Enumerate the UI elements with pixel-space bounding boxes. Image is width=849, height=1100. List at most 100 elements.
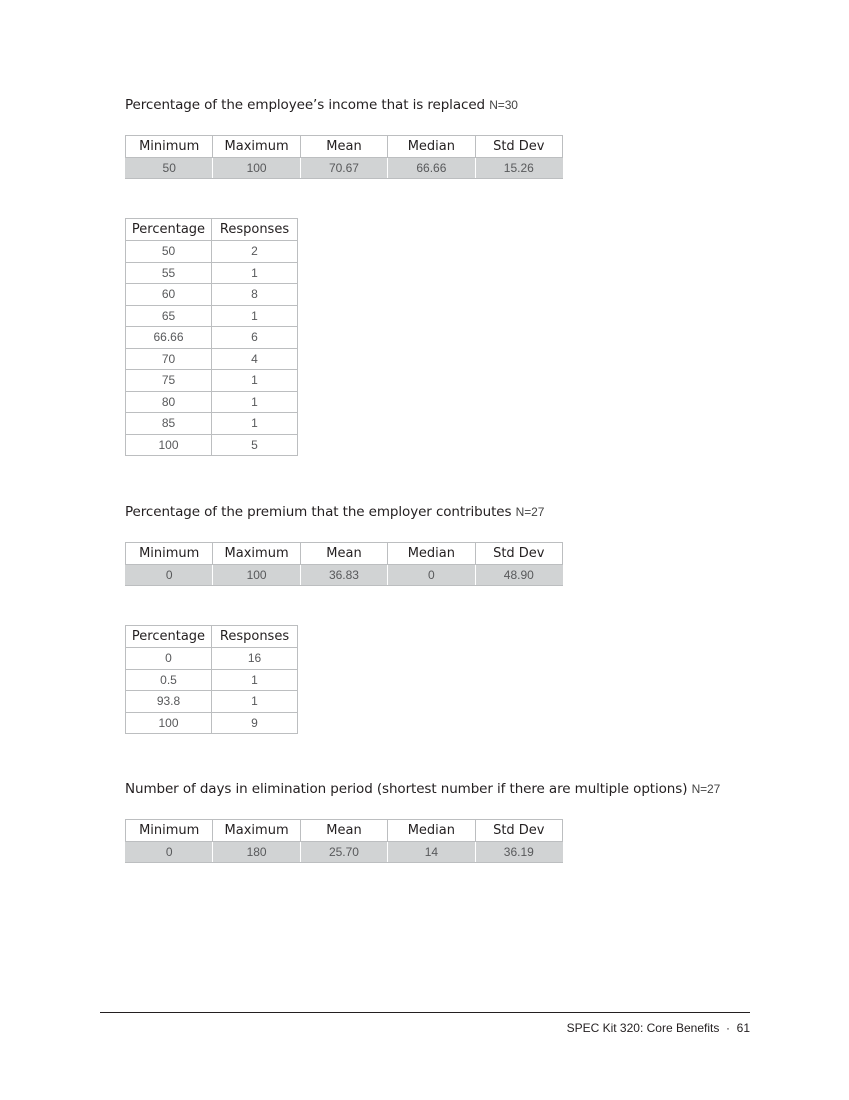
sample-size: N=27 (515, 505, 545, 519)
table-row: 65 1 (125, 304, 298, 327)
header-responses: Responses (211, 218, 298, 241)
responses-cell: 1 (211, 412, 298, 435)
percentage-cell: 50 (125, 240, 212, 263)
section-title-income-replaced: Percentage of the employee’s income that… (125, 97, 518, 113)
header-maximum: Maximum (212, 542, 301, 565)
page-footer: SPEC Kit 320: Core Benefits · 61 (566, 1021, 750, 1035)
header-median: Median (387, 542, 476, 565)
table-row: 100 9 (125, 711, 298, 734)
responses-cell: 1 (211, 690, 298, 713)
table-row: 93.8 1 (125, 690, 298, 713)
header-mean: Mean (299, 542, 389, 565)
header-percentage: Percentage (125, 625, 212, 648)
percentage-cell: 80 (125, 390, 212, 413)
value-median: 14 (387, 841, 476, 863)
header-percentage: Percentage (125, 218, 212, 241)
value-minimum: 0 (124, 841, 214, 863)
table-row: 80 1 (125, 390, 298, 413)
stats-table-income-replaced: Minimum Maximum Mean Median Std Dev 50 1… (124, 135, 564, 179)
header-maximum: Maximum (212, 819, 301, 842)
value-minimum: 0 (124, 564, 214, 586)
stats-values-row: 50 100 70.67 66.66 15.26 (124, 157, 564, 179)
stats-values-row: 0 100 36.83 0 48.90 (124, 564, 564, 586)
value-median: 0 (387, 564, 476, 586)
stats-header-row: Minimum Maximum Mean Median Std Dev (124, 819, 564, 842)
responses-cell: 1 (211, 261, 298, 284)
section-title-text: Percentage of the employee’s income that… (125, 97, 486, 113)
header-mean: Mean (299, 819, 389, 842)
value-std-dev: 15.26 (474, 157, 564, 179)
stats-table-elimination-period: Minimum Maximum Mean Median Std Dev 0 18… (124, 819, 564, 863)
section-title-employer-contribution: Percentage of the premium that the emplo… (125, 504, 544, 520)
value-maximum: 100 (212, 157, 301, 179)
header-minimum: Minimum (124, 135, 214, 158)
percentage-cell: 66.66 (125, 326, 212, 349)
header-std-dev: Std Dev (474, 542, 564, 565)
section-title-text: Percentage of the premium that the emplo… (125, 504, 512, 520)
percentage-cell: 0 (125, 647, 212, 670)
sample-size: N=27 (691, 782, 721, 796)
stats-table-employer-contribution: Minimum Maximum Mean Median Std Dev 0 10… (124, 542, 564, 586)
responses-cell: 4 (211, 347, 298, 370)
header-std-dev: Std Dev (474, 819, 564, 842)
percentage-cell: 0.5 (125, 668, 212, 691)
value-maximum: 180 (212, 841, 301, 863)
table-row: 66.66 6 (125, 326, 298, 349)
stats-header-row: Minimum Maximum Mean Median Std Dev (124, 135, 564, 158)
distribution-table-employer-contribution: Percentage Responses 0 16 0.5 1 93.8 1 100 9 (125, 625, 298, 734)
header-responses: Responses (211, 625, 298, 648)
table-row: 75 1 (125, 369, 298, 392)
value-maximum: 100 (212, 564, 301, 586)
responses-cell: 2 (211, 240, 298, 263)
percentage-cell: 70 (125, 347, 212, 370)
header-median: Median (387, 135, 476, 158)
table-row: 0 16 (125, 647, 298, 670)
distribution-header-row: Percentage Responses (125, 625, 298, 648)
distribution-header-row: Percentage Responses (125, 218, 298, 241)
percentage-cell: 60 (125, 283, 212, 306)
percentage-cell: 100 (125, 433, 212, 456)
responses-cell: 5 (211, 433, 298, 456)
distribution-table-income-replaced: Percentage Responses 50 2 55 1 60 8 65 1 66.… (125, 218, 298, 456)
stats-header-row: Minimum Maximum Mean Median Std Dev (124, 542, 564, 565)
table-row: 0.5 1 (125, 668, 298, 691)
header-mean: Mean (299, 135, 389, 158)
responses-cell: 1 (211, 304, 298, 327)
table-row: 50 2 (125, 240, 298, 263)
value-mean: 25.70 (299, 841, 389, 863)
percentage-cell: 75 (125, 369, 212, 392)
responses-cell: 6 (211, 326, 298, 349)
percentage-cell: 100 (125, 711, 212, 734)
responses-cell: 9 (211, 711, 298, 734)
stats-values-row: 0 180 25.70 14 36.19 (124, 841, 564, 863)
percentage-cell: 85 (125, 412, 212, 435)
responses-cell: 1 (211, 369, 298, 392)
value-median: 66.66 (387, 157, 476, 179)
header-maximum: Maximum (212, 135, 301, 158)
percentage-cell: 65 (125, 304, 212, 327)
value-std-dev: 48.90 (474, 564, 564, 586)
table-row: 60 8 (125, 283, 298, 306)
header-minimum: Minimum (124, 819, 214, 842)
table-row: 70 4 (125, 347, 298, 370)
header-median: Median (387, 819, 476, 842)
responses-cell: 8 (211, 283, 298, 306)
percentage-cell: 93.8 (125, 690, 212, 713)
table-row: 85 1 (125, 412, 298, 435)
table-row: 100 5 (125, 433, 298, 456)
section-title-text: Number of days in elimination period (sh… (125, 781, 688, 797)
section-title-elimination-period: Number of days in elimination period (sh… (125, 781, 720, 797)
value-minimum: 50 (124, 157, 214, 179)
percentage-cell: 55 (125, 261, 212, 284)
header-minimum: Minimum (124, 542, 214, 565)
footer-divider (100, 1012, 750, 1013)
table-row: 55 1 (125, 261, 298, 284)
responses-cell: 1 (211, 390, 298, 413)
responses-cell: 1 (211, 668, 298, 691)
value-std-dev: 36.19 (474, 841, 564, 863)
value-mean: 36.83 (299, 564, 389, 586)
sample-size: N=30 (489, 98, 518, 112)
header-std-dev: Std Dev (474, 135, 564, 158)
responses-cell: 16 (211, 647, 298, 670)
value-mean: 70.67 (299, 157, 389, 179)
